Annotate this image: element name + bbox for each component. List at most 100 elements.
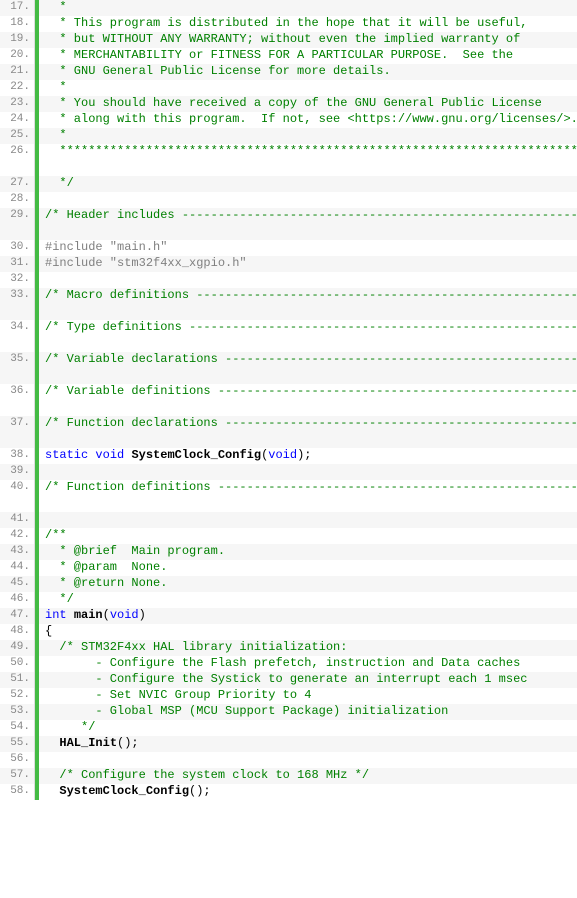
- code-line: 51. - Configure the Systick to generate …: [0, 672, 577, 688]
- code-line: 41.: [0, 512, 577, 528]
- code-line: 45. * @return None.: [0, 576, 577, 592]
- code-content: /* Configure the system clock to 168 MHz…: [39, 768, 577, 784]
- code-line: 53. - Global MSP (MCU Support Package) i…: [0, 704, 577, 720]
- line-number: 49.: [0, 640, 35, 656]
- code-content: * @param None.: [39, 560, 577, 576]
- line-number: 54.: [0, 720, 35, 736]
- code-content: /* Header includes ---------------------…: [39, 208, 577, 240]
- code-line: 36./* Variable definitions -------------…: [0, 384, 577, 416]
- code-content: * GNU General Public License for more de…: [39, 64, 577, 80]
- code-content: - Set NVIC Group Priority to 4: [39, 688, 577, 704]
- line-number: 53.: [0, 704, 35, 720]
- line-number: 30.: [0, 240, 35, 256]
- code-line: 54. */: [0, 720, 577, 736]
- line-number: 52.: [0, 688, 35, 704]
- line-number: 19.: [0, 32, 35, 48]
- code-line: 27. */: [0, 176, 577, 192]
- line-number: 18.: [0, 16, 35, 32]
- code-content: * @return None.: [39, 576, 577, 592]
- code-line: 34./* Type definitions -----------------…: [0, 320, 577, 352]
- code-line: 20. * MERCHANTABILITY or FITNESS FOR A P…: [0, 48, 577, 64]
- code-line: 24. * along with this program. If not, s…: [0, 112, 577, 128]
- line-number: 27.: [0, 176, 35, 192]
- line-number: 23.: [0, 96, 35, 112]
- code-line: 26. ************************************…: [0, 144, 577, 176]
- line-number: 20.: [0, 48, 35, 64]
- code-content: /* STM32F4xx HAL library initialization:: [39, 640, 577, 656]
- code-line: 57. /* Configure the system clock to 168…: [0, 768, 577, 784]
- code-content: {: [39, 624, 577, 640]
- code-content: */: [39, 592, 577, 608]
- code-content: *: [39, 80, 577, 96]
- code-content: *: [39, 0, 577, 16]
- line-number: 29.: [0, 208, 35, 240]
- code-content: [39, 272, 577, 288]
- line-number: 45.: [0, 576, 35, 592]
- code-line: 19. * but WITHOUT ANY WARRANTY; without …: [0, 32, 577, 48]
- code-content: ****************************************…: [39, 144, 577, 176]
- line-number: 32.: [0, 272, 35, 288]
- code-content: SystemClock_Config();: [39, 784, 577, 800]
- code-line: 18. * This program is distributed in the…: [0, 16, 577, 32]
- code-content: [39, 464, 577, 480]
- line-number: 25.: [0, 128, 35, 144]
- line-number: 22.: [0, 80, 35, 96]
- code-content: /**: [39, 528, 577, 544]
- code-content: [39, 752, 577, 768]
- line-number: 50.: [0, 656, 35, 672]
- code-content: /* Macro definitions -------------------…: [39, 288, 577, 320]
- code-line: 30.#include "main.h": [0, 240, 577, 256]
- code-content: static void SystemClock_Config(void);: [39, 448, 577, 464]
- code-line: 17. *: [0, 0, 577, 16]
- code-viewer: 17. *18. * This program is distributed i…: [0, 0, 577, 800]
- line-number: 43.: [0, 544, 35, 560]
- code-content: - Configure the Systick to generate an i…: [39, 672, 577, 688]
- line-number: 38.: [0, 448, 35, 464]
- code-line: 39.: [0, 464, 577, 480]
- line-number: 56.: [0, 752, 35, 768]
- code-content: */: [39, 176, 577, 192]
- line-number: 40.: [0, 480, 35, 512]
- line-number: 57.: [0, 768, 35, 784]
- code-line: 58. SystemClock_Config();: [0, 784, 577, 800]
- code-line: 32.: [0, 272, 577, 288]
- code-line: 33./* Macro definitions ----------------…: [0, 288, 577, 320]
- line-number: 26.: [0, 144, 35, 176]
- code-line: 21. * GNU General Public License for mor…: [0, 64, 577, 80]
- line-number: 41.: [0, 512, 35, 528]
- code-line: 37./* Function declarations ------------…: [0, 416, 577, 448]
- code-line: 47.int main(void): [0, 608, 577, 624]
- code-content: /* Function definitions ----------------…: [39, 480, 577, 512]
- code-line: 52. - Set NVIC Group Priority to 4: [0, 688, 577, 704]
- code-line: 38.static void SystemClock_Config(void);: [0, 448, 577, 464]
- code-content: /* Function declarations ---------------…: [39, 416, 577, 448]
- code-content: #include "stm32f4xx_xgpio.h": [39, 256, 577, 272]
- line-number: 39.: [0, 464, 35, 480]
- line-number: 47.: [0, 608, 35, 624]
- code-content: * You should have received a copy of the…: [39, 96, 577, 112]
- code-content: * MERCHANTABILITY or FITNESS FOR A PARTI…: [39, 48, 577, 64]
- line-number: 24.: [0, 112, 35, 128]
- code-line: 22. *: [0, 80, 577, 96]
- line-number: 55.: [0, 736, 35, 752]
- line-number: 48.: [0, 624, 35, 640]
- code-line: 28.: [0, 192, 577, 208]
- line-number: 51.: [0, 672, 35, 688]
- code-line: 35./* Variable declarations ------------…: [0, 352, 577, 384]
- code-line: 43. * @brief Main program.: [0, 544, 577, 560]
- code-line: 31.#include "stm32f4xx_xgpio.h": [0, 256, 577, 272]
- code-content: [39, 192, 577, 208]
- code-content: * This program is distributed in the hop…: [39, 16, 577, 32]
- code-line: 25. *: [0, 128, 577, 144]
- line-number: 42.: [0, 528, 35, 544]
- code-line: 46. */: [0, 592, 577, 608]
- code-line: 48.{: [0, 624, 577, 640]
- code-content: /* Type definitions --------------------…: [39, 320, 577, 352]
- line-number: 44.: [0, 560, 35, 576]
- code-line: 42./**: [0, 528, 577, 544]
- code-content: * but WITHOUT ANY WARRANTY; without even…: [39, 32, 577, 48]
- code-content: * along with this program. If not, see <…: [39, 112, 577, 128]
- code-content: * @brief Main program.: [39, 544, 577, 560]
- code-content: [39, 512, 577, 528]
- code-content: HAL_Init();: [39, 736, 577, 752]
